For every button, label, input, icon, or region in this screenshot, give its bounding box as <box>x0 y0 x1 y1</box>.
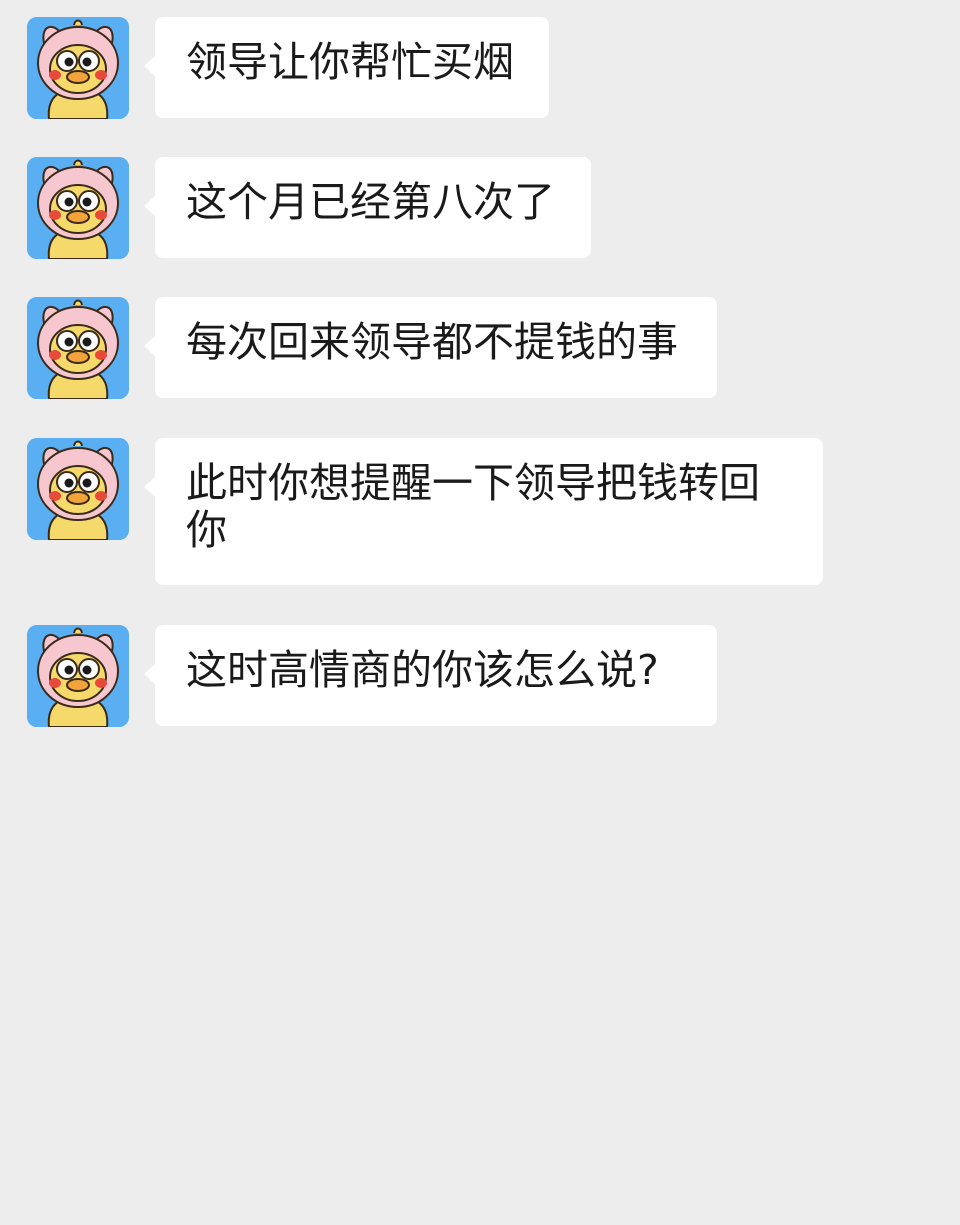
message-text: 每次回来领导都不提钱的事 <box>186 318 678 366</box>
sender-avatar-icon[interactable] <box>27 625 129 727</box>
message-text: 这时高情商的你该怎么说? <box>186 646 659 694</box>
message-row: 每次回来领导都不提钱的事 <box>0 297 960 399</box>
sender-avatar-icon[interactable] <box>27 17 129 119</box>
duck-pig-hood-avatar-icon <box>27 157 129 259</box>
message-row: 这时高情商的你该怎么说? <box>0 625 960 727</box>
message-bubble[interactable]: 每次回来领导都不提钱的事 <box>144 297 717 398</box>
message-row: 此时你想提醒一下领导把钱转回你 <box>0 438 960 585</box>
duck-pig-hood-avatar-icon <box>27 438 129 540</box>
duck-pig-hood-avatar-icon <box>27 17 129 119</box>
message-text: 这个月已经第八次了 <box>186 178 555 226</box>
sender-avatar-icon[interactable] <box>27 157 129 259</box>
message-bubble[interactable]: 此时你想提醒一下领导把钱转回你 <box>144 438 823 585</box>
sender-avatar-icon[interactable] <box>27 438 129 540</box>
message-bubble[interactable]: 这个月已经第八次了 <box>144 157 591 258</box>
message-text: 领导让你帮忙买烟 <box>186 38 514 86</box>
message-text: 此时你想提醒一下领导把钱转回你 <box>186 459 760 554</box>
message-row: 这个月已经第八次了 <box>0 157 960 259</box>
duck-pig-hood-avatar-icon <box>27 625 129 727</box>
sender-avatar-icon[interactable] <box>27 297 129 399</box>
message-row: 领导让你帮忙买烟 <box>0 17 960 119</box>
message-bubble[interactable]: 这时高情商的你该怎么说? <box>144 625 717 726</box>
duck-pig-hood-avatar-icon <box>27 297 129 399</box>
chat-message-list: 领导让你帮忙买烟 这个月已经第八次了 每次回来领导都不提钱的事 此时你想提醒一下… <box>0 0 960 1225</box>
message-bubble[interactable]: 领导让你帮忙买烟 <box>144 17 549 118</box>
